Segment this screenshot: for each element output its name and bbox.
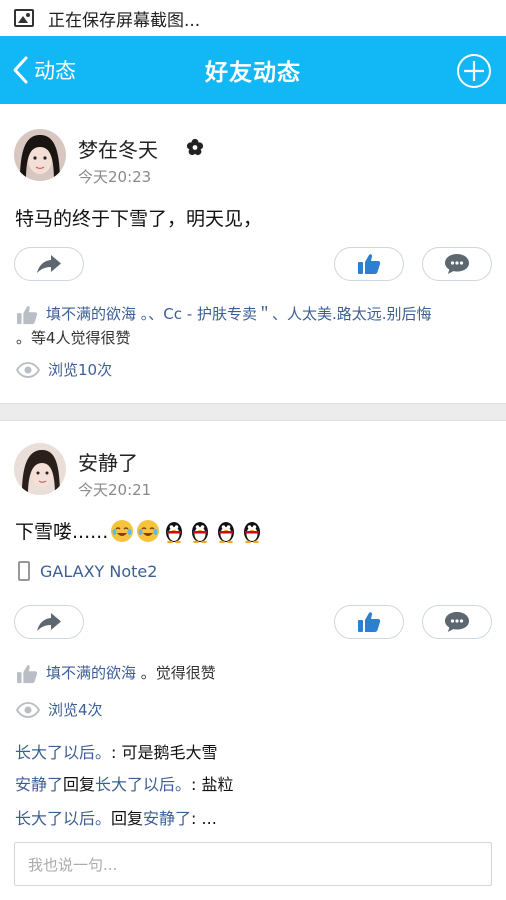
penguin-emoji [218,521,235,543]
penguin-emoji [192,521,209,543]
comment-separator: : [191,775,202,794]
post-text: 下雪喽...... [15,521,109,543]
reply-target[interactable]: 安静了 [143,809,191,828]
views-count: 浏览4次 [16,699,103,720]
comment-author[interactable]: 长大了以后。 [15,743,111,762]
reply-word: 回复 [63,775,96,794]
chevron-left-icon [13,56,28,84]
user-name[interactable]: 梦在冬天 [78,134,158,163]
reply-word: 回复 [111,809,144,828]
post-card: 梦在冬天 今天20:23 特马的终于下雪了，明天见， 填不满的欲海 。、Cc -… [0,104,506,404]
comment-text: 可是鹅毛大雪 [121,743,218,762]
thumbs-up-icon [358,612,381,632]
comment-separator: : [191,809,202,828]
tear-joy-emoji [111,519,134,542]
comment-text: 盐粒 [201,775,234,794]
liker-name[interactable]: 填不满的欲海 [46,664,136,682]
avatar[interactable] [14,129,66,181]
share-arrow-icon [37,613,61,631]
share-button[interactable] [14,247,84,281]
reply-placeholder: 我也说一句... [28,855,118,874]
nav-bar: 动态 好友动态 [0,36,506,104]
user-name[interactable]: 安静了 [78,447,138,476]
thumbs-up-icon [358,254,381,274]
post-card: 安静了 今天20:21 下雪喽...... GALAXY Note2 填不满的欲… [0,420,506,900]
penguin-emoji [166,521,183,543]
comment-separator: : [111,743,122,762]
reply-target[interactable]: 长大了以后。 [95,775,191,794]
liker-names-rest[interactable]: 。、Cc - 护肤专卖＂、人太美.路太远.别后悔 [136,305,432,323]
comment-author[interactable]: 长大了以后。 [15,809,111,828]
views-count: 浏览10次 [16,359,112,380]
device-info[interactable]: GALAXY Note2 [18,561,157,581]
add-post-button[interactable] [456,53,492,89]
page-title: 好友动态 [205,60,301,86]
thumbs-up-small-icon [17,305,38,324]
post-time: 今天20:21 [78,481,152,499]
comment-bubble-icon [445,612,469,632]
post-time: 今天20:23 [78,168,152,186]
flower-icon [186,138,204,156]
back-label: 动态 [34,59,76,83]
comment-button[interactable] [422,247,492,281]
post-content: 下雪喽...... [15,517,264,544]
phone-icon [18,561,30,581]
likes-count-text: 。觉得很赞 [136,664,216,682]
likes-summary: 填不满的欲海 。觉得很赞 [16,661,216,685]
views-text: 浏览10次 [48,361,113,379]
thumbs-up-small-icon [17,664,38,683]
eye-icon [16,361,40,378]
share-button[interactable] [14,605,84,639]
reply-input[interactable]: 我也说一句... [14,842,492,886]
back-button[interactable]: 动态 [10,36,76,104]
eye-icon [16,701,40,718]
comment-item[interactable]: 安静了回复长大了以后。: 盐粒 [15,771,234,795]
like-button[interactable] [334,605,404,639]
liker-name[interactable]: 填不满的欲海 [46,305,136,323]
avatar[interactable] [14,443,66,495]
comment-button[interactable] [422,605,492,639]
like-button[interactable] [334,247,404,281]
comment-item[interactable]: 长大了以后。回复安静了: ... [15,805,217,829]
tear-joy-emoji [137,519,160,542]
status-bar: 正在保存屏幕截图... [0,0,506,36]
comment-text: ... [201,809,217,828]
share-arrow-icon [37,255,61,273]
device-name: GALAXY Note2 [40,561,158,581]
likes-summary: 填不满的欲海 。、Cc - 护肤专卖＂、人太美.路太远.别后悔 。等4人觉得很赞 [16,302,496,350]
views-text: 浏览4次 [48,701,103,719]
post-text: 特马的终于下雪了，明天见， [15,208,263,230]
comment-bubble-icon [445,254,469,274]
comment-author[interactable]: 安静了 [15,775,63,794]
image-icon [14,9,34,27]
penguin-emoji [244,521,261,543]
status-text: 正在保存屏幕截图... [48,10,201,31]
comment-item[interactable]: 长大了以后。: 可是鹅毛大雪 [15,739,218,763]
likes-count-text: 。等4人觉得很赞 [16,329,131,347]
